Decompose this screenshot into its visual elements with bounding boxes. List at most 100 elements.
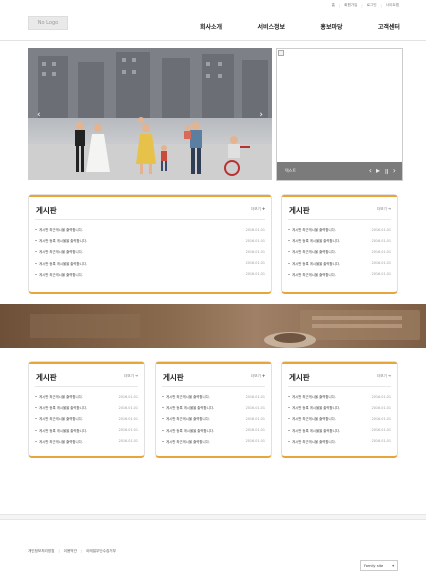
footer-link-email-policy[interactable]: 이메일무단수집거부 bbox=[86, 549, 116, 554]
nav-item-promo[interactable]: 홍보마당 bbox=[320, 22, 342, 31]
footer-link-terms[interactable]: 이용약관 bbox=[64, 549, 77, 554]
post-title[interactable]: 게시판 최근게시물 출력합니다. bbox=[35, 394, 83, 399]
board-panel: 게시판 더보기 ➔ 게시판 최근게시물 출력합니다. 2016.01.01 게시판… bbox=[281, 194, 398, 294]
post-title[interactable]: 게시판 최근게시물 출력합니다. bbox=[288, 227, 336, 232]
post-date: 2016.01.01 bbox=[118, 416, 138, 421]
divider: | bbox=[361, 3, 363, 8]
list-item: 게시판 최근게시물 출력합니다. 2016.01.01 bbox=[162, 436, 265, 447]
hero-illustration bbox=[28, 48, 272, 180]
board-list: 게시판 최근게시물 출력합니다. 2016.01.01 게시판 등록 게시물을 출… bbox=[35, 391, 138, 447]
slide-play-icon[interactable]: ▸ bbox=[376, 166, 380, 177]
util-link-join[interactable]: 회원가입 bbox=[344, 3, 357, 8]
post-title[interactable]: 게시판 등록 게시물을 출력합니다. bbox=[35, 428, 87, 433]
list-item: 게시판 최근게시물 출력합니다. 2016.01.01 bbox=[35, 224, 265, 235]
utility-links: 홈 | 회원가입 | 로그인 | 사이트맵 bbox=[332, 3, 399, 8]
post-title[interactable]: 게시판 최근게시물 출력합니다. bbox=[35, 416, 83, 421]
board-divider bbox=[288, 219, 391, 220]
broken-image-icon bbox=[278, 50, 284, 56]
post-title[interactable]: 게시판 등록 게시물을 출력합니다. bbox=[162, 405, 214, 410]
post-title[interactable]: 게시판 최근게시물 출력합니다. bbox=[288, 416, 336, 421]
list-item: 게시판 등록 게시물을 출력합니다. 2016.01.01 bbox=[35, 258, 265, 269]
post-date: 2016.01.01 bbox=[371, 428, 391, 433]
post-title[interactable]: 게시판 등록 게시물을 출력합니다. bbox=[288, 261, 340, 266]
post-title[interactable]: 게시판 최근게시물 출력합니다. bbox=[35, 439, 83, 444]
list-item: 게시판 등록 게시물을 출력합니다. 2016.01.01 bbox=[35, 425, 138, 436]
post-date: 2016.01.01 bbox=[245, 439, 265, 444]
post-title[interactable]: 게시판 최근게시물 출력합니다. bbox=[288, 439, 336, 444]
post-title[interactable]: 게시판 등록 게시물을 출력합니다. bbox=[35, 238, 87, 243]
post-title[interactable]: 게시판 최근게시물 출력합니다. bbox=[35, 249, 83, 254]
list-item: 게시판 최근게시물 출력합니다. 2016.01.01 bbox=[35, 391, 138, 402]
board-title: 게시판 bbox=[36, 373, 57, 382]
post-date: 2016.01.01 bbox=[118, 394, 138, 399]
family-site-label: Family site bbox=[364, 563, 384, 568]
post-date: 2016.01.01 bbox=[245, 249, 265, 254]
post-date: 2016.01.01 bbox=[371, 261, 391, 266]
header-divider bbox=[0, 40, 426, 41]
hero-prev-arrow-icon[interactable]: ‹ bbox=[37, 110, 41, 120]
list-item: 게시판 등록 게시물을 출력합니다. 2016.01.01 bbox=[288, 402, 391, 413]
post-title[interactable]: 게시판 최근게시물 출력합니다. bbox=[288, 394, 336, 399]
list-item: 게시판 최근게시물 출력합니다. 2016.01.01 bbox=[35, 269, 265, 280]
post-date: 2016.01.01 bbox=[245, 428, 265, 433]
post-date: 2016.01.01 bbox=[118, 439, 138, 444]
post-date: 2016.01.01 bbox=[245, 394, 265, 399]
list-item: 게시판 등록 게시물을 출력합니다. 2016.01.01 bbox=[288, 235, 391, 246]
page: 홈 | 회원가입 | 로그인 | 사이트맵 No Logo 회사소개 서비스정보… bbox=[0, 0, 426, 588]
post-date: 2016.01.01 bbox=[371, 439, 391, 444]
board-divider bbox=[35, 386, 138, 387]
post-title[interactable]: 게시판 등록 게시물을 출력합니다. bbox=[35, 405, 87, 410]
post-title[interactable]: 게시판 최근게시물 출력합니다. bbox=[162, 416, 210, 421]
slideshow-controls: ‹ ▸ ॥ › bbox=[369, 166, 396, 177]
main-nav: 회사소개 서비스정보 홍보마당 고객센터 bbox=[200, 22, 400, 31]
footer-link-privacy[interactable]: 개인정보처리방침 bbox=[28, 549, 54, 554]
util-link-login[interactable]: 로그인 bbox=[367, 3, 377, 8]
board-more-link[interactable]: 더보기 ✚ bbox=[251, 207, 265, 212]
post-title[interactable]: 게시판 최근게시물 출력합니다. bbox=[288, 272, 336, 277]
post-date: 2016.01.01 bbox=[245, 416, 265, 421]
post-title[interactable]: 게시판 최근게시물 출력합니다. bbox=[288, 249, 336, 254]
post-title[interactable]: 게시판 최근게시물 출력합니다. bbox=[162, 394, 210, 399]
slide-next-icon[interactable]: › bbox=[393, 166, 396, 177]
post-title[interactable]: 게시판 최근게시물 출력합니다. bbox=[35, 227, 83, 232]
board-divider bbox=[288, 386, 391, 387]
nav-item-services[interactable]: 서비스정보 bbox=[257, 22, 285, 31]
post-title[interactable]: 게시판 등록 게시물을 출력합니다. bbox=[288, 238, 340, 243]
list-item: 게시판 등록 게시물을 출력합니다. 2016.01.01 bbox=[162, 425, 265, 436]
post-date: 2016.01.01 bbox=[371, 416, 391, 421]
hero-next-arrow-icon[interactable]: › bbox=[259, 110, 263, 120]
slideshow-caption: 텍스트 bbox=[285, 168, 297, 173]
board-more-link[interactable]: 더보기 ➔ bbox=[377, 207, 391, 212]
list-item: 게시판 최근게시물 출력합니다. 2016.01.01 bbox=[288, 224, 391, 235]
board-more-link[interactable]: 더보기 ➔ bbox=[124, 374, 138, 379]
slide-prev-icon[interactable]: ‹ bbox=[369, 166, 372, 177]
board-more-link[interactable]: 더보기 ✚ bbox=[251, 374, 265, 379]
post-title[interactable]: 게시판 등록 게시물을 출력합니다. bbox=[162, 428, 214, 433]
board-more-link[interactable]: 더보기 ➔ bbox=[377, 374, 391, 379]
util-link-sitemap[interactable]: 사이트맵 bbox=[386, 3, 399, 8]
nav-item-support[interactable]: 고객센터 bbox=[378, 22, 400, 31]
list-item: 게시판 등록 게시물을 출력합니다. 2016.01.01 bbox=[162, 402, 265, 413]
slide-pause-icon[interactable]: ॥ bbox=[384, 166, 389, 177]
post-title[interactable]: 게시판 최근게시물 출력합니다. bbox=[35, 272, 83, 277]
post-title[interactable]: 게시판 최근게시물 출력합니다. bbox=[162, 439, 210, 444]
board-accent-bar bbox=[156, 362, 271, 364]
list-item: 게시판 최근게시물 출력합니다. 2016.01.01 bbox=[288, 269, 391, 280]
post-title[interactable]: 게시판 등록 게시물을 출력합니다. bbox=[35, 261, 87, 266]
post-date: 2016.01.01 bbox=[245, 272, 265, 277]
util-link-home[interactable]: 홈 bbox=[332, 3, 335, 8]
board-list: 게시판 최근게시물 출력합니다. 2016.01.01 게시판 등록 게시물을 출… bbox=[288, 391, 391, 447]
family-site-select[interactable]: Family site ▾ bbox=[360, 560, 398, 571]
hero-image: ‹ › bbox=[28, 48, 272, 180]
post-date: 2016.01.01 bbox=[371, 405, 391, 410]
post-title[interactable]: 게시판 등록 게시물을 출력합니다. bbox=[288, 428, 340, 433]
list-item: 게시판 최근게시물 출력합니다. 2016.01.01 bbox=[35, 246, 265, 257]
footer-divider bbox=[0, 514, 426, 520]
post-date: 2016.01.01 bbox=[371, 249, 391, 254]
board-list: 게시판 최근게시물 출력합니다. 2016.01.01 게시판 등록 게시물을 출… bbox=[288, 224, 391, 280]
logo[interactable]: No Logo bbox=[28, 16, 68, 30]
post-title[interactable]: 게시판 등록 게시물을 출력합니다. bbox=[288, 405, 340, 410]
board-list: 게시판 최근게시물 출력합니다. 2016.01.01 게시판 등록 게시물을 출… bbox=[162, 391, 265, 447]
nav-item-company[interactable]: 회사소개 bbox=[200, 22, 222, 31]
list-item: 게시판 등록 게시물을 출력합니다. 2016.01.01 bbox=[288, 258, 391, 269]
